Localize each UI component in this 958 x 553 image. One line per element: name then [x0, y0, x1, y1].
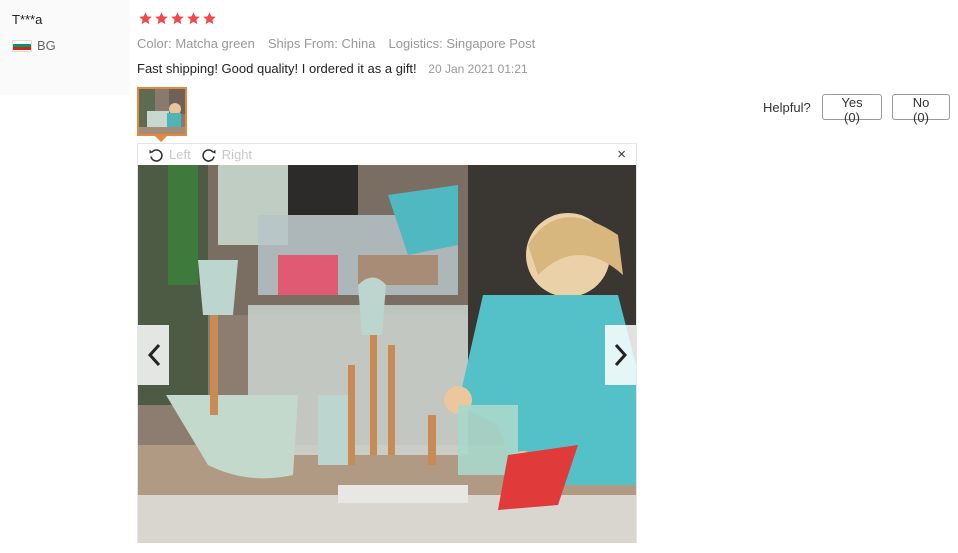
rotate-right-button[interactable]: Right	[201, 147, 252, 163]
bulgaria-flag-icon	[12, 39, 32, 52]
next-photo-button[interactable]	[605, 325, 636, 385]
star-icon	[171, 12, 184, 25]
rotate-right-icon	[202, 148, 216, 162]
star-icon	[203, 12, 216, 25]
thumbnail-pointer	[155, 136, 167, 142]
review-date: 20 Jan 2021 01:21	[428, 62, 528, 76]
review-text: Fast shipping! Good quality! I ordered i…	[137, 61, 417, 76]
helpful-no-button[interactable]: No (0)	[892, 94, 950, 125]
viewer-toolbar: Left Right ×	[138, 144, 636, 165]
logistics-attribute: Logistics: Singapore Post	[388, 36, 535, 51]
review-photo	[138, 165, 636, 543]
color-label: Color:	[137, 36, 172, 51]
color-attribute: Color: Matcha green	[137, 36, 255, 51]
rotate-left-label: Left	[169, 147, 191, 162]
reviewer-name: T***a	[12, 12, 43, 27]
chevron-right-icon	[614, 343, 627, 367]
ships-from-label: Ships From:	[267, 36, 338, 51]
previous-photo-button[interactable]	[138, 325, 169, 385]
reviewer-panel: T***a BG	[0, 0, 130, 95]
helpful-yes-button[interactable]: Yes (0)	[822, 94, 882, 125]
star-icon	[187, 12, 200, 25]
close-icon[interactable]: ×	[617, 146, 626, 163]
photo-image	[138, 165, 636, 543]
rotate-right-label: Right	[221, 147, 253, 162]
country-code: BG	[37, 38, 56, 53]
review-content: Fast shipping! Good quality! I ordered i…	[137, 61, 528, 76]
chevron-left-icon	[147, 343, 160, 367]
logistics-value: Singapore Post	[446, 36, 536, 51]
reviewer-country: BG	[12, 38, 56, 53]
star-icon	[139, 12, 152, 25]
photo-viewer: Left Right ×	[137, 143, 637, 543]
color-value: Matcha green	[175, 36, 255, 51]
thumbnail-image	[139, 89, 185, 134]
rotate-left-button[interactable]: Left	[148, 147, 191, 163]
ships-from-attribute: Ships From: China	[268, 36, 376, 51]
star-rating	[138, 11, 218, 26]
rotate-left-icon	[149, 148, 163, 162]
logistics-label: Logistics:	[388, 36, 443, 51]
star-icon	[155, 12, 168, 25]
review-photo-thumbnail[interactable]	[137, 87, 187, 136]
ships-from-value: China	[341, 36, 376, 51]
order-attributes: Color: Matcha green Ships From: China Lo…	[137, 36, 548, 51]
helpful-label: Helpful?	[763, 100, 811, 115]
